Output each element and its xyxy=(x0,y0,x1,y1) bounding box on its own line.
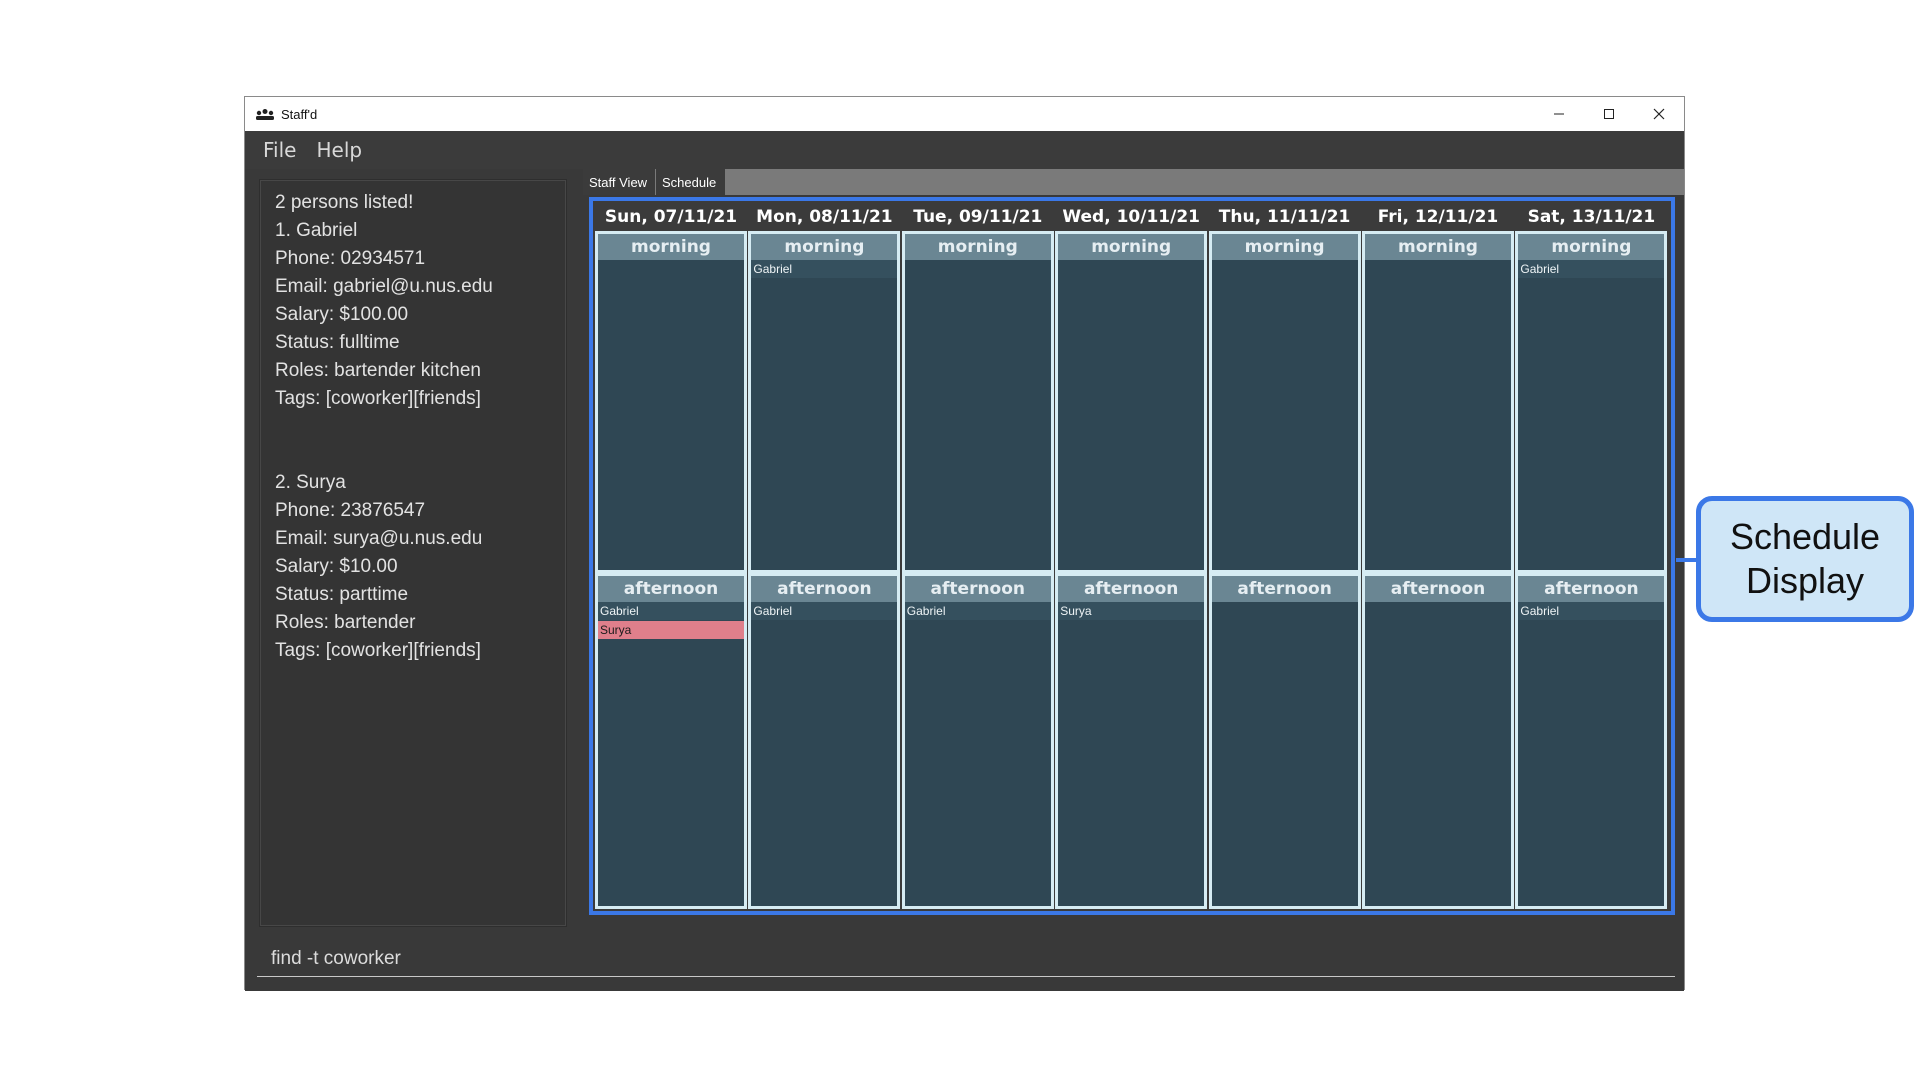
day-column: Thu, 11/11/21 morning afternoon xyxy=(1208,203,1361,909)
person-card[interactable]: 1. Gabriel Phone: 02934571 Email: gabrie… xyxy=(275,217,493,413)
callout-connector xyxy=(1676,558,1696,562)
morning-shift-cell[interactable]: morning xyxy=(595,231,747,573)
title-bar: Staff'd xyxy=(245,97,1684,131)
person-roles: Roles: bartender kitchen xyxy=(275,360,481,381)
shift-label: morning xyxy=(904,234,1051,260)
schedule-display: Sun, 07/11/21 morning afternoon Gabriel Sury… xyxy=(589,197,1675,915)
person-tags: Tags: [coworker][friends] xyxy=(275,640,481,661)
menu-file[interactable]: File xyxy=(263,138,296,162)
person-card[interactable]: 2. Surya Phone: 23876547 Email: surya@u.… xyxy=(275,469,482,665)
morning-shift-cell[interactable]: morning xyxy=(1055,231,1208,573)
callout-line-2: Display xyxy=(1745,560,1865,601)
shift-label: afternoon xyxy=(1211,576,1358,602)
staff-entry[interactable]: Surya xyxy=(598,621,744,640)
tab-staff-view[interactable]: Staff View xyxy=(583,169,655,195)
person-list-panel: 2 persons listed! 1. Gabriel Phone: 0293… xyxy=(259,179,567,927)
afternoon-shift-cell[interactable]: afternoon Gabriel Surya xyxy=(595,573,747,909)
window-title: Staff'd xyxy=(281,106,318,122)
staff-entry[interactable]: Gabriel xyxy=(1518,260,1665,279)
day-header: Sat, 13/11/21 xyxy=(1527,207,1656,227)
person-name: 2. Surya xyxy=(275,472,346,493)
shift-label: afternoon xyxy=(1058,576,1205,602)
day-header: Wed, 10/11/21 xyxy=(1062,207,1200,227)
shift-label: morning xyxy=(598,234,744,260)
afternoon-shift-cell[interactable]: afternoon Gabriel xyxy=(1515,573,1668,909)
command-input[interactable] xyxy=(257,941,1675,977)
day-column: Sat, 13/11/21 morning Gabriel afternoon Gabr… xyxy=(1515,203,1668,909)
tab-pane: Staff View Schedule Sun, 07/11/21 morning… xyxy=(583,169,1684,921)
person-status: Status: parttime xyxy=(275,584,409,605)
app-window: Staff'd File Help 2 persons listed! 1. G… xyxy=(244,96,1685,991)
afternoon-shift-cell[interactable]: afternoon Gabriel xyxy=(901,573,1054,909)
minimize-icon xyxy=(1554,113,1564,115)
close-button[interactable] xyxy=(1634,97,1684,131)
schedule-display-callout: Schedule Display xyxy=(1696,496,1914,622)
staff-entry[interactable]: Gabriel xyxy=(1518,602,1665,621)
person-phone: Phone: 02934571 xyxy=(275,248,426,269)
menu-bar: File Help xyxy=(245,131,1684,169)
schedule-grid: Sun, 07/11/21 morning afternoon Gabriel Sury… xyxy=(595,203,1669,909)
shift-label: afternoon xyxy=(1518,576,1665,602)
shift-label: afternoon xyxy=(1365,576,1511,602)
tab-header: Staff View Schedule xyxy=(583,169,1684,195)
tab-schedule[interactable]: Schedule xyxy=(656,169,725,195)
day-header: Fri, 12/11/21 xyxy=(1377,207,1499,227)
day-column: Wed, 10/11/21 morning afternoon Surya xyxy=(1055,203,1208,909)
shift-label: morning xyxy=(1058,234,1205,260)
day-column: Tue, 09/11/21 morning afternoon Gabriel xyxy=(901,203,1054,909)
shift-label: morning xyxy=(751,234,898,260)
day-header: Thu, 11/11/21 xyxy=(1218,207,1351,227)
staff-entry[interactable]: Gabriel xyxy=(904,602,1051,621)
minimize-button[interactable] xyxy=(1534,97,1584,131)
morning-shift-cell[interactable]: morning Gabriel xyxy=(748,231,901,573)
day-column: Fri, 12/11/21 morning afternoon xyxy=(1362,203,1514,909)
menu-help[interactable]: Help xyxy=(316,138,362,162)
afternoon-shift-cell[interactable]: afternoon xyxy=(1362,573,1514,909)
app-logo-icon xyxy=(256,109,274,120)
staff-entry[interactable]: Gabriel xyxy=(751,602,898,621)
morning-shift-cell[interactable]: morning xyxy=(1208,231,1361,573)
shift-label: afternoon xyxy=(598,576,744,602)
person-name: 1. Gabriel xyxy=(275,220,358,241)
callout-line-1: Schedule xyxy=(1729,516,1881,557)
afternoon-shift-cell[interactable]: afternoon xyxy=(1208,573,1361,909)
result-status: 2 persons listed! xyxy=(275,192,414,213)
day-header: Tue, 09/11/21 xyxy=(913,207,1043,227)
day-header: Mon, 08/11/21 xyxy=(756,207,893,227)
command-box xyxy=(245,931,1684,991)
shift-label: morning xyxy=(1365,234,1511,260)
staff-entry[interactable]: Gabriel xyxy=(598,602,744,621)
morning-shift-cell[interactable]: morning Gabriel xyxy=(1515,231,1668,573)
shift-label: afternoon xyxy=(751,576,898,602)
day-column: Sun, 07/11/21 morning afternoon Gabriel Sury… xyxy=(595,203,747,909)
person-email: Email: gabriel@u.nus.edu xyxy=(275,276,493,297)
shift-label: morning xyxy=(1211,234,1358,260)
person-roles: Roles: bartender xyxy=(275,612,416,633)
morning-shift-cell[interactable]: morning xyxy=(901,231,1054,573)
day-column: Mon, 08/11/21 morning Gabriel afternoon Gabr… xyxy=(748,203,901,909)
afternoon-shift-cell[interactable]: afternoon Gabriel xyxy=(748,573,901,909)
close-icon xyxy=(1653,108,1665,120)
shift-label: morning xyxy=(1518,234,1665,260)
day-header: Sun, 07/11/21 xyxy=(604,207,738,227)
staff-entry[interactable]: Surya xyxy=(1058,602,1205,621)
person-status: Status: fulltime xyxy=(275,332,400,353)
afternoon-shift-cell[interactable]: afternoon Surya xyxy=(1055,573,1208,909)
shift-label: afternoon xyxy=(904,576,1051,602)
morning-shift-cell[interactable]: morning xyxy=(1362,231,1514,573)
staff-entry[interactable]: Gabriel xyxy=(751,260,898,279)
result-display[interactable]: 2 persons listed! 1. Gabriel Phone: 0293… xyxy=(260,180,566,926)
maximize-icon xyxy=(1604,109,1614,119)
person-phone: Phone: 23876547 xyxy=(275,500,426,521)
person-tags: Tags: [coworker][friends] xyxy=(275,388,481,409)
person-email: Email: surya@u.nus.edu xyxy=(275,528,483,549)
maximize-button[interactable] xyxy=(1584,97,1634,131)
person-salary: Salary: $100.00 xyxy=(275,304,409,325)
person-salary: Salary: $10.00 xyxy=(275,556,398,577)
